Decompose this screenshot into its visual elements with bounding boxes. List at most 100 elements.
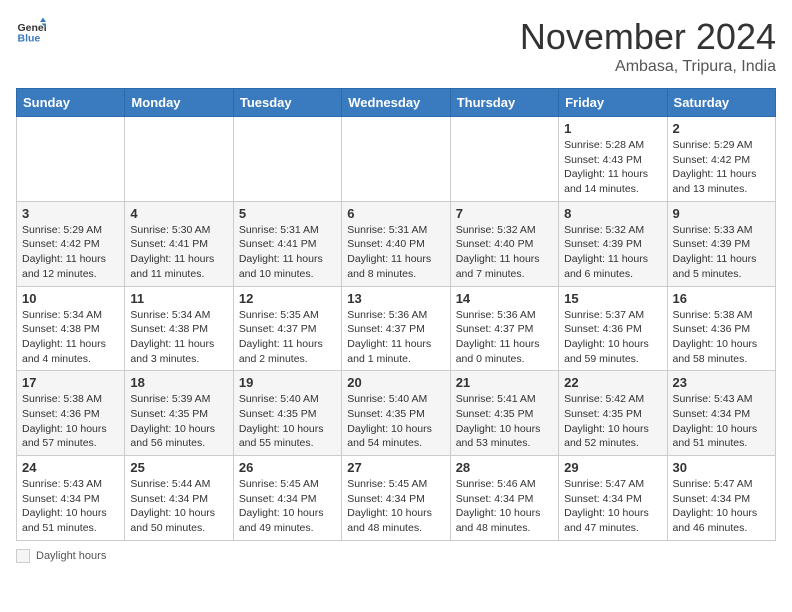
svg-text:Blue: Blue (18, 33, 41, 45)
calendar-cell: 13Sunrise: 5:36 AM Sunset: 4:37 PM Dayli… (342, 286, 450, 371)
day-info: Sunrise: 5:45 AM Sunset: 4:34 PM Dayligh… (239, 477, 336, 536)
calendar-cell: 17Sunrise: 5:38 AM Sunset: 4:36 PM Dayli… (17, 371, 125, 456)
day-number: 24 (22, 460, 119, 475)
calendar-week-row: 1 Sunrise: 5:28 AM Sunset: 4:43 PM Daylig… (17, 117, 776, 202)
day-number: 3 (22, 206, 119, 221)
day-info: Sunrise: 5:28 AM Sunset: 4:43 PM Dayligh… (564, 138, 661, 197)
day-header-wednesday: Wednesday (342, 89, 450, 117)
calendar-header-row: SundayMondayTuesdayWednesdayThursdayFrid… (17, 89, 776, 117)
day-header-friday: Friday (559, 89, 667, 117)
calendar-cell: 3 Sunrise: 5:29 AM Sunset: 4:42 PM Daylig… (17, 201, 125, 286)
day-header-tuesday: Tuesday (233, 89, 341, 117)
calendar-cell: 1 Sunrise: 5:28 AM Sunset: 4:43 PM Daylig… (559, 117, 667, 202)
calendar-cell: 10Sunrise: 5:34 AM Sunset: 4:38 PM Dayli… (17, 286, 125, 371)
calendar-cell: 20Sunrise: 5:40 AM Sunset: 4:35 PM Dayli… (342, 371, 450, 456)
calendar-cell (17, 117, 125, 202)
day-header-monday: Monday (125, 89, 233, 117)
day-number: 11 (130, 291, 227, 306)
day-header-saturday: Saturday (667, 89, 775, 117)
day-info: Sunrise: 5:41 AM Sunset: 4:35 PM Dayligh… (456, 392, 553, 451)
day-number: 25 (130, 460, 227, 475)
day-info: Sunrise: 5:29 AM Sunset: 4:42 PM Dayligh… (22, 223, 119, 282)
calendar-cell: 2 Sunrise: 5:29 AM Sunset: 4:42 PM Daylig… (667, 117, 775, 202)
calendar-week-row: 17Sunrise: 5:38 AM Sunset: 4:36 PM Dayli… (17, 371, 776, 456)
day-number: 9 (673, 206, 770, 221)
calendar-cell: 29Sunrise: 5:47 AM Sunset: 4:34 PM Dayli… (559, 456, 667, 541)
day-info: Sunrise: 5:47 AM Sunset: 4:34 PM Dayligh… (564, 477, 661, 536)
header: General Blue November 2024 Ambasa, Tripu… (16, 16, 776, 76)
calendar-cell: 24Sunrise: 5:43 AM Sunset: 4:34 PM Dayli… (17, 456, 125, 541)
calendar-cell (233, 117, 341, 202)
calendar-cell: 18 Sunrise: 5:39 AM Sunset: 4:35 PM Dayli… (125, 371, 233, 456)
calendar-cell: 27Sunrise: 5:45 AM Sunset: 4:34 PM Dayli… (342, 456, 450, 541)
calendar-cell: 26 Sunrise: 5:45 AM Sunset: 4:34 PM Dayli… (233, 456, 341, 541)
logo: General Blue (16, 16, 46, 46)
day-info: Sunrise: 5:29 AM Sunset: 4:42 PM Dayligh… (673, 138, 770, 197)
calendar-cell: 30 Sunrise: 5:47 AM Sunset: 4:34 PM Dayli… (667, 456, 775, 541)
calendar-cell: 21 Sunrise: 5:41 AM Sunset: 4:35 PM Dayli… (450, 371, 558, 456)
day-number: 22 (564, 375, 661, 390)
calendar-cell (450, 117, 558, 202)
logo-icon: General Blue (16, 16, 46, 46)
day-info: Sunrise: 5:36 AM Sunset: 4:37 PM Dayligh… (456, 308, 553, 367)
day-number: 10 (22, 291, 119, 306)
day-info: Sunrise: 5:32 AM Sunset: 4:40 PM Dayligh… (456, 223, 553, 282)
day-header-sunday: Sunday (17, 89, 125, 117)
month-title: November 2024 (520, 16, 776, 58)
day-info: Sunrise: 5:36 AM Sunset: 4:37 PM Dayligh… (347, 308, 444, 367)
calendar-cell: 28 Sunrise: 5:46 AM Sunset: 4:34 PM Dayli… (450, 456, 558, 541)
daylight-label: Daylight hours (36, 550, 106, 562)
day-info: Sunrise: 5:32 AM Sunset: 4:39 PM Dayligh… (564, 223, 661, 282)
calendar-cell (125, 117, 233, 202)
day-number: 18 (130, 375, 227, 390)
calendar-cell: 7 Sunrise: 5:32 AM Sunset: 4:40 PM Daylig… (450, 201, 558, 286)
day-number: 19 (239, 375, 336, 390)
day-number: 8 (564, 206, 661, 221)
calendar: SundayMondayTuesdayWednesdayThursdayFrid… (16, 88, 776, 541)
calendar-cell: 19 Sunrise: 5:40 AM Sunset: 4:35 PM Dayli… (233, 371, 341, 456)
day-number: 2 (673, 121, 770, 136)
day-info: Sunrise: 5:35 AM Sunset: 4:37 PM Dayligh… (239, 308, 336, 367)
day-number: 21 (456, 375, 553, 390)
day-number: 6 (347, 206, 444, 221)
day-number: 4 (130, 206, 227, 221)
day-number: 16 (673, 291, 770, 306)
day-number: 12 (239, 291, 336, 306)
day-info: Sunrise: 5:39 AM Sunset: 4:35 PM Dayligh… (130, 392, 227, 451)
calendar-week-row: 24Sunrise: 5:43 AM Sunset: 4:34 PM Dayli… (17, 456, 776, 541)
footer-note: Daylight hours (16, 549, 776, 563)
calendar-cell: 15Sunrise: 5:37 AM Sunset: 4:36 PM Dayli… (559, 286, 667, 371)
calendar-week-row: 10 Sunrise: 5:34 AM Sunset: 4:38 PM Dayli… (17, 286, 776, 371)
day-info: Sunrise: 5:31 AM Sunset: 4:41 PM Dayligh… (239, 223, 336, 282)
day-info: Sunrise: 5:37 AM Sunset: 4:36 PM Dayligh… (564, 308, 661, 367)
day-info: Sunrise: 5:38 AM Sunset: 4:36 PM Dayligh… (22, 392, 119, 451)
day-info: Sunrise: 5:47 AM Sunset: 4:34 PM Dayligh… (673, 477, 770, 536)
calendar-cell (342, 117, 450, 202)
calendar-cell: 9Sunrise: 5:33 AM Sunset: 4:39 PM Daylig… (667, 201, 775, 286)
calendar-cell: 23 Sunrise: 5:43 AM Sunset: 4:34 PM Dayli… (667, 371, 775, 456)
calendar-cell: 25Sunrise: 5:44 AM Sunset: 4:34 PM Dayli… (125, 456, 233, 541)
day-number: 5 (239, 206, 336, 221)
day-info: Sunrise: 5:40 AM Sunset: 4:35 PM Dayligh… (239, 392, 336, 451)
day-info: Sunrise: 5:42 AM Sunset: 4:35 PM Dayligh… (564, 392, 661, 451)
calendar-cell: 8 Sunrise: 5:32 AM Sunset: 4:39 PM Daylig… (559, 201, 667, 286)
day-number: 26 (239, 460, 336, 475)
day-number: 23 (673, 375, 770, 390)
day-info: Sunrise: 5:46 AM Sunset: 4:34 PM Dayligh… (456, 477, 553, 536)
day-number: 28 (456, 460, 553, 475)
calendar-cell: 22 Sunrise: 5:42 AM Sunset: 4:35 PM Dayli… (559, 371, 667, 456)
calendar-cell: 4 Sunrise: 5:30 AM Sunset: 4:41 PM Daylig… (125, 201, 233, 286)
day-number: 7 (456, 206, 553, 221)
calendar-cell: 11 Sunrise: 5:34 AM Sunset: 4:38 PM Dayli… (125, 286, 233, 371)
day-number: 1 (564, 121, 661, 136)
title-area: November 2024 Ambasa, Tripura, India (520, 16, 776, 76)
calendar-cell: 12 Sunrise: 5:35 AM Sunset: 4:37 PM Dayli… (233, 286, 341, 371)
day-info: Sunrise: 5:45 AM Sunset: 4:34 PM Dayligh… (347, 477, 444, 536)
day-number: 20 (347, 375, 444, 390)
location-title: Ambasa, Tripura, India (520, 58, 776, 76)
day-info: Sunrise: 5:30 AM Sunset: 4:41 PM Dayligh… (130, 223, 227, 282)
day-info: Sunrise: 5:43 AM Sunset: 4:34 PM Dayligh… (673, 392, 770, 451)
day-number: 30 (673, 460, 770, 475)
day-info: Sunrise: 5:34 AM Sunset: 4:38 PM Dayligh… (130, 308, 227, 367)
day-info: Sunrise: 5:31 AM Sunset: 4:40 PM Dayligh… (347, 223, 444, 282)
